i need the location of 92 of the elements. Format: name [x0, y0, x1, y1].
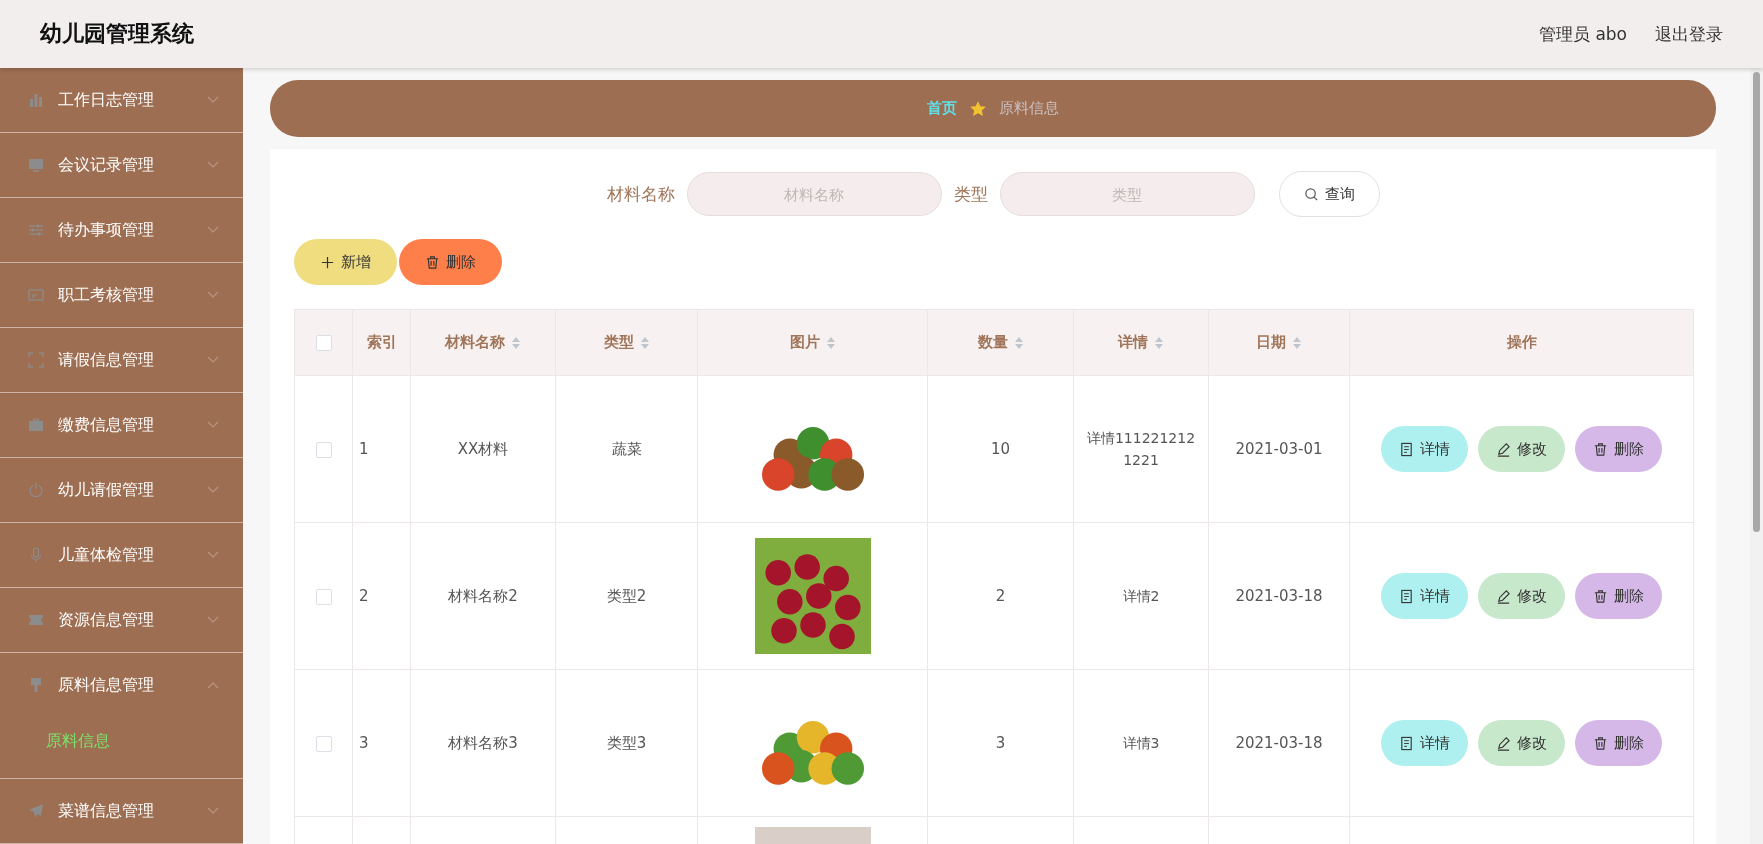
search-button[interactable]: 查询	[1278, 171, 1380, 217]
table-cell: 材料名称2	[410, 522, 556, 670]
pencil-icon	[1496, 588, 1511, 604]
monitor-icon	[28, 157, 44, 173]
row-checkbox[interactable]	[315, 441, 332, 458]
sidebar-item[interactable]: 职工考核管理	[0, 263, 243, 327]
trash-icon	[1593, 588, 1608, 604]
breadcrumb-link[interactable]: 原料信息	[999, 99, 1059, 118]
sort-icon	[1154, 335, 1164, 350]
table-cell: 材料名称3	[410, 669, 556, 817]
delete-button[interactable]: 删除	[399, 239, 502, 285]
detail-button[interactable]: 详情	[1381, 720, 1468, 766]
table-cell: 1	[352, 375, 411, 523]
column-header: 索引	[352, 309, 411, 376]
table-cell: 蔬菜	[555, 375, 698, 523]
trash-icon	[425, 254, 440, 270]
sidebar-item[interactable]: 原料信息管理	[0, 653, 243, 717]
add-button[interactable]: 新增	[294, 239, 397, 285]
plus-icon	[320, 254, 335, 270]
table-cell: 2021-03-18	[1208, 669, 1350, 817]
sliders-icon	[28, 222, 44, 238]
document-icon	[1399, 588, 1414, 604]
star-icon	[969, 99, 987, 118]
user-name: 管理员 abo	[1539, 22, 1627, 46]
table-cell: 详情111221212 1221	[1073, 375, 1209, 523]
table-cell: 2021-03-18	[1208, 522, 1350, 670]
detail-button[interactable]: 详情	[1381, 426, 1468, 472]
row-checkbox[interactable]	[315, 735, 332, 752]
sidebar-item[interactable]: 菜谱信息管理	[0, 779, 243, 843]
app-title: 幼儿园管理系统	[40, 20, 194, 48]
breadcrumb-link[interactable]: 首页	[927, 99, 957, 118]
logout-link[interactable]: 退出登录	[1655, 22, 1723, 46]
submenu-item[interactable]: 原料信息	[0, 717, 243, 778]
sort-icon	[639, 335, 650, 350]
sidebar-item[interactable]: 会议记录管理	[0, 133, 243, 197]
column-header[interactable]: 材料名称	[410, 309, 556, 376]
row-checkbox[interactable]	[315, 588, 332, 605]
sidebar-item[interactable]: 请假信息管理	[0, 328, 243, 392]
sidebar-item[interactable]: 缴费信息管理	[0, 393, 243, 457]
sort-icon	[511, 335, 521, 350]
bar-chart-icon	[28, 92, 44, 108]
delete-button[interactable]: 删除	[1575, 426, 1662, 472]
delete-button[interactable]: 删除	[1575, 720, 1662, 766]
table-cell: 详情2	[1073, 522, 1209, 670]
table-cell: 详情3	[1073, 669, 1209, 817]
table-cell: XX材料	[410, 375, 556, 523]
table-cell: 2	[352, 522, 411, 670]
trash-icon	[1593, 441, 1608, 457]
card-icon	[28, 287, 44, 303]
sidebar-item[interactable]: 待办事项管理	[0, 198, 243, 262]
table-cell: 3	[352, 669, 411, 817]
brush-icon	[28, 677, 44, 693]
column-header: 操作	[1349, 309, 1694, 376]
sort-icon	[1292, 335, 1302, 350]
sidebar-item[interactable]: 幼儿请假管理	[0, 458, 243, 522]
document-icon	[1399, 735, 1414, 751]
pencil-icon	[1496, 735, 1511, 751]
column-header[interactable]: 日期	[1208, 309, 1350, 376]
briefcase-icon	[28, 417, 44, 433]
column-header[interactable]: 图片	[697, 309, 928, 376]
table-cell: 类型2	[555, 522, 698, 670]
edit-button[interactable]: 修改	[1478, 573, 1565, 619]
power-icon	[28, 482, 44, 498]
frame-icon	[28, 352, 44, 368]
scrollbar[interactable]	[1750, 68, 1763, 844]
table-cell: 2	[927, 522, 1074, 670]
column-header[interactable]: 详情	[1073, 309, 1209, 376]
paper-plane-icon	[28, 803, 44, 819]
search-label: 材料名称	[606, 182, 675, 206]
sidebar-item[interactable]: 儿童体检管理	[0, 523, 243, 587]
sort-icon	[825, 335, 836, 350]
select-all-checkbox[interactable]	[315, 335, 332, 351]
table-cell: 10	[927, 375, 1074, 523]
sidebar-item[interactable]: 资源信息管理	[0, 588, 243, 652]
ticket-icon	[28, 612, 44, 628]
table-cell: 2021-03-01	[1208, 375, 1350, 523]
pencil-icon	[1496, 441, 1511, 457]
trash-icon	[1593, 735, 1608, 751]
sort-icon	[1013, 335, 1024, 350]
detail-button[interactable]: 详情	[1381, 573, 1468, 619]
sidebar-item[interactable]: 工作日志管理	[0, 68, 243, 132]
edit-button[interactable]: 修改	[1478, 720, 1565, 766]
delete-button[interactable]: 删除	[1575, 573, 1662, 619]
table-cell: 类型3	[555, 669, 698, 817]
column-header[interactable]: 类型	[555, 309, 698, 376]
microphone-icon	[28, 547, 44, 563]
search-icon	[1303, 186, 1319, 202]
table-cell: 3	[927, 669, 1074, 817]
column-header[interactable]: 数量	[927, 309, 1074, 376]
search-label: 类型	[953, 182, 988, 206]
edit-button[interactable]: 修改	[1478, 426, 1565, 472]
document-icon	[1399, 441, 1414, 457]
